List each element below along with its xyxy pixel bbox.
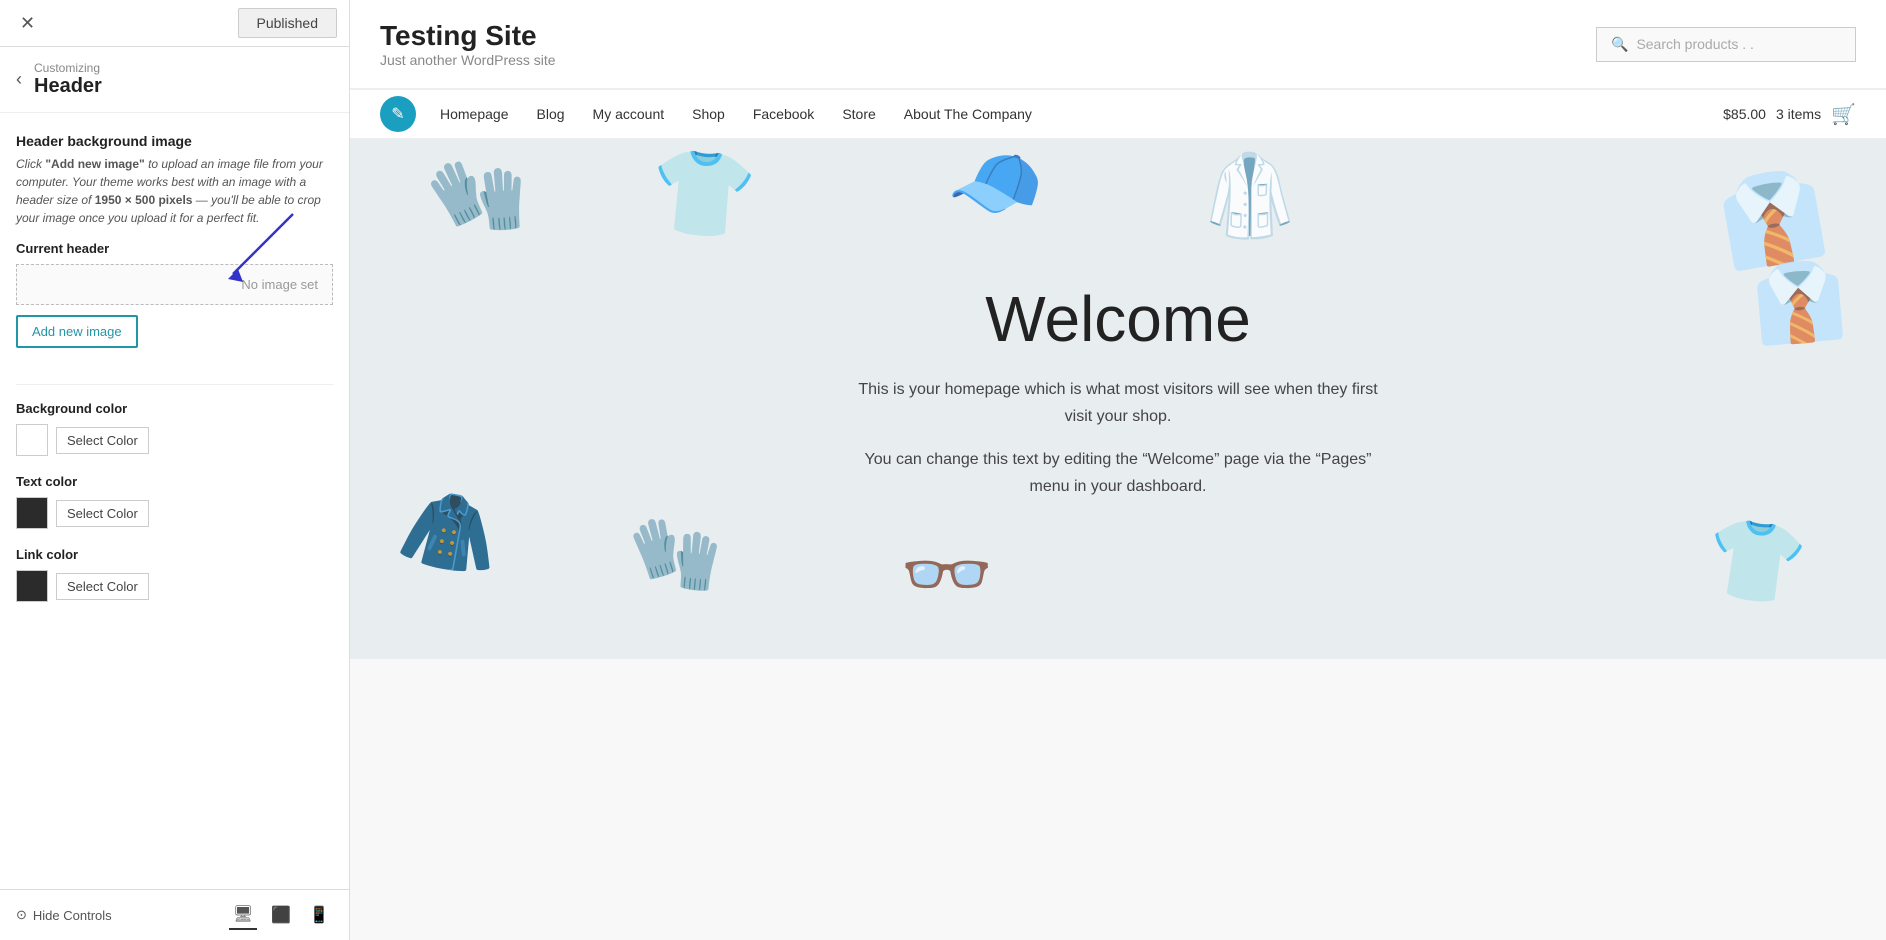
- nav-link-myaccount[interactable]: My account: [579, 90, 679, 138]
- link-select-color-button[interactable]: Select Color: [56, 573, 149, 600]
- hero-content: Welcome This is your homepage which is w…: [828, 242, 1408, 557]
- panel-title: Header: [34, 75, 102, 98]
- no-image-text: No image set: [241, 277, 318, 292]
- link-color-swatch[interactable]: [16, 570, 48, 602]
- link-color-section: Link color Select Color: [16, 547, 333, 602]
- divider-1: [16, 384, 333, 385]
- hide-controls-label: Hide Controls: [33, 908, 112, 923]
- top-bar: ✕ Published: [0, 0, 349, 47]
- panel-footer: ⊙ Hide Controls 🖥 ⬛ 📱: [0, 889, 349, 940]
- search-placeholder: Search products . .: [1636, 36, 1754, 52]
- hide-controls-button[interactable]: ⊙ Hide Controls: [16, 907, 112, 923]
- panel-header: ‹ Customizing Header: [0, 47, 349, 113]
- bg-image-section-title: Header background image: [16, 133, 333, 149]
- text-select-color-button[interactable]: Select Color: [56, 500, 149, 527]
- hero-text1: This is your homepage which is what most…: [848, 376, 1388, 430]
- site-header: Testing Site Just another WordPress site…: [350, 0, 1886, 89]
- clothing-item-2: 👕: [646, 140, 760, 249]
- view-icons: 🖥 ⬛ 📱: [229, 900, 333, 930]
- nav-link-blog[interactable]: Blog: [523, 90, 579, 138]
- nav-link-facebook[interactable]: Facebook: [739, 90, 828, 138]
- close-button[interactable]: ✕: [12, 9, 43, 38]
- hide-icon: ⊙: [16, 907, 27, 923]
- edit-pencil-button[interactable]: ✎: [380, 96, 416, 132]
- cart-price: $85.00: [1723, 106, 1766, 122]
- mobile-view-button[interactable]: 📱: [305, 900, 333, 930]
- tablet-view-button[interactable]: ⬛: [267, 900, 295, 930]
- bg-image-desc: Click "Add new image" to upload an image…: [16, 155, 333, 227]
- arrow-container: No image set: [16, 264, 333, 305]
- text-color-section: Text color Select Color: [16, 474, 333, 529]
- clothing-item-3: 🧢: [943, 139, 1050, 234]
- add-image-button[interactable]: Add new image: [16, 315, 138, 348]
- nav-links: Homepage Blog My account Shop Facebook S…: [426, 90, 1046, 138]
- bg-color-row: Select Color: [16, 424, 333, 456]
- hero-text2: You can change this text by editing the …: [848, 446, 1388, 500]
- back-button[interactable]: ‹: [16, 69, 22, 90]
- text-color-label: Text color: [16, 474, 333, 489]
- customizing-label: Customizing: [34, 61, 102, 75]
- pencil-icon: ✎: [391, 104, 404, 124]
- right-preview: Testing Site Just another WordPress site…: [350, 0, 1886, 940]
- published-button[interactable]: Published: [238, 8, 338, 38]
- desktop-icon: 🖥: [233, 906, 253, 923]
- search-bar[interactable]: 🔍 Search products . .: [1596, 27, 1856, 62]
- clothing-item-6: 🧥: [393, 477, 507, 587]
- cart-items: 3 items: [1776, 106, 1821, 122]
- site-nav: ✎ Homepage Blog My account Shop Facebook…: [350, 89, 1886, 139]
- link-color-row: Select Color: [16, 570, 333, 602]
- bg-select-color-button[interactable]: Select Color: [56, 427, 149, 454]
- nav-left: ✎ Homepage Blog My account Shop Facebook…: [380, 90, 1046, 138]
- desktop-view-button[interactable]: 🖥: [229, 900, 257, 930]
- clothing-item-1: 🧤: [420, 139, 541, 254]
- hero-area: 🧤 👕 🧢 🥼 👔 🧥 🧤 👓 👕 👔 Welcome This is your…: [350, 139, 1886, 659]
- bg-color-section: Background color Select Color: [16, 401, 333, 456]
- cart-icon[interactable]: 🛒: [1831, 102, 1856, 127]
- link-color-label: Link color: [16, 547, 333, 562]
- text-color-row: Select Color: [16, 497, 333, 529]
- clothing-item-10: 👔: [1749, 255, 1850, 351]
- hero-title: Welcome: [848, 282, 1388, 356]
- left-panel: ✕ Published ‹ Customizing Header Header …: [0, 0, 350, 940]
- site-title: Testing Site: [380, 20, 556, 52]
- site-branding: Testing Site Just another WordPress site: [380, 20, 556, 68]
- mobile-icon: 📱: [309, 907, 329, 924]
- tablet-icon: ⬛: [271, 907, 291, 924]
- bg-color-label: Background color: [16, 401, 333, 416]
- nav-link-shop[interactable]: Shop: [678, 90, 739, 138]
- cart-area: $85.00 3 items 🛒: [1723, 102, 1856, 127]
- clothing-item-9: 👕: [1700, 509, 1812, 616]
- nav-link-about[interactable]: About The Company: [890, 90, 1046, 138]
- clothing-item-7: 🧤: [626, 507, 727, 603]
- text-color-swatch[interactable]: [16, 497, 48, 529]
- clothing-item-4: 🥼: [1200, 149, 1300, 243]
- bg-color-swatch[interactable]: [16, 424, 48, 456]
- header-label: Customizing Header: [34, 61, 102, 98]
- current-header-label: Current header: [16, 241, 333, 256]
- image-placeholder: No image set: [16, 264, 333, 305]
- search-icon: 🔍: [1611, 36, 1628, 53]
- nav-link-homepage[interactable]: Homepage: [426, 90, 523, 138]
- site-tagline: Just another WordPress site: [380, 52, 556, 68]
- nav-link-store[interactable]: Store: [828, 90, 889, 138]
- panel-content: Header background image Click "Add new i…: [0, 113, 349, 889]
